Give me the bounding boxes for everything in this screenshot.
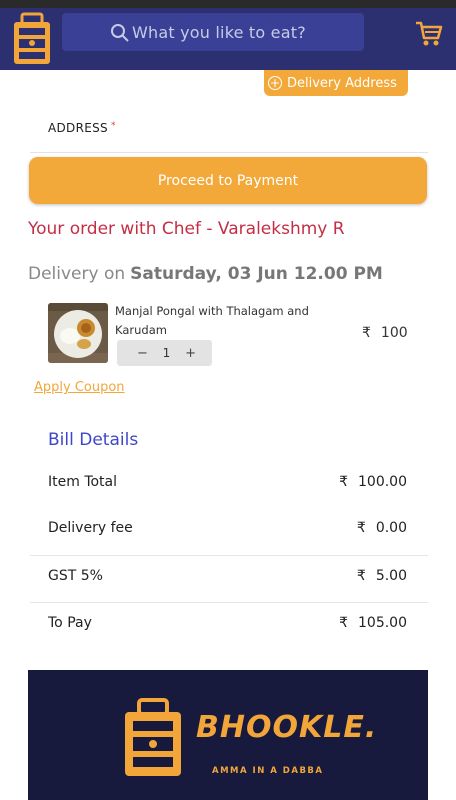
plus-circle-icon: + <box>268 76 282 90</box>
status-bar <box>0 0 456 8</box>
search-icon <box>110 23 130 43</box>
quantity-stepper: − 1 + <box>117 340 212 366</box>
search-input[interactable]: What you like to eat? <box>132 23 306 42</box>
delivery-schedule: Delivery on Saturday, 03 Jun 12.00 PM <box>28 264 383 284</box>
bill-row-amount: 5.00 <box>375 568 407 584</box>
bill-row-amount: 100.00 <box>358 474 407 490</box>
logo-icon[interactable] <box>12 12 52 66</box>
bill-row-item-total: Item Total ₹100.00 <box>30 462 428 509</box>
search-bar[interactable]: What you like to eat? <box>62 13 364 51</box>
item-price-value: 100 <box>380 325 408 341</box>
quantity-value: 1 <box>162 346 171 360</box>
decrease-quantity-button[interactable]: − <box>137 346 148 361</box>
bill-row-amount: 0.00 <box>375 520 407 536</box>
rupee-icon: ₹ <box>356 520 366 536</box>
app-header: What you like to eat? <box>0 8 456 70</box>
bill-row-value: ₹100.00 <box>339 474 407 490</box>
item-price: ₹100 <box>362 325 408 341</box>
bill-row-amount: 105.00 <box>358 615 407 631</box>
logo-icon <box>123 698 183 778</box>
brand-footer: BHOOKLE. AMMA IN A DABBA <box>28 670 428 800</box>
cart-icon[interactable] <box>414 20 444 48</box>
food-item-image <box>48 303 108 363</box>
delivery-prefix: Delivery on <box>28 264 126 284</box>
apply-coupon-link[interactable]: Apply Coupon <box>34 380 125 395</box>
bill-row-label: Delivery fee <box>48 520 133 536</box>
delivery-address-button[interactable]: + Delivery Address <box>264 70 408 96</box>
required-mark: * <box>110 121 116 131</box>
delivery-address-label: Delivery Address <box>287 75 397 91</box>
address-input-underline[interactable] <box>30 152 428 153</box>
brand-tagline: AMMA IN A DABBA <box>212 766 324 776</box>
rupee-icon: ₹ <box>339 615 348 631</box>
bill-row-to-pay: To Pay ₹105.00 <box>30 602 428 649</box>
address-field-label: ADDRESS * <box>48 121 116 135</box>
food-item-name: Manjal Pongal with Thalagam and Karudam <box>115 304 309 337</box>
brand-name: BHOOKLE. <box>196 710 378 745</box>
bill-row-value: ₹0.00 <box>357 520 407 536</box>
bill-row-value: ₹5.00 <box>357 568 407 584</box>
rupee-icon: ₹ <box>339 474 348 490</box>
address-label-text: ADDRESS <box>48 121 108 135</box>
bill-row-delivery-fee: Delivery fee ₹0.00 <box>30 508 428 555</box>
bill-row-gst: GST 5% ₹5.00 <box>30 555 428 602</box>
bill-row-value: ₹105.00 <box>339 615 407 631</box>
delivery-datetime: Saturday, 03 Jun 12.00 PM <box>130 264 383 284</box>
rupee-icon: ₹ <box>356 568 366 584</box>
bill-row-label: To Pay <box>48 615 92 631</box>
increase-quantity-button[interactable]: + <box>185 346 196 361</box>
rupee-icon: ₹ <box>362 325 371 341</box>
order-chef-title: Your order with Chef - Varalekshmy R <box>28 219 345 239</box>
bill-details-title: Bill Details <box>48 430 139 450</box>
proceed-to-payment-button[interactable]: Proceed to Payment <box>29 157 427 204</box>
bill-row-label: Item Total <box>48 474 118 490</box>
bill-row-label: GST 5% <box>48 568 103 584</box>
